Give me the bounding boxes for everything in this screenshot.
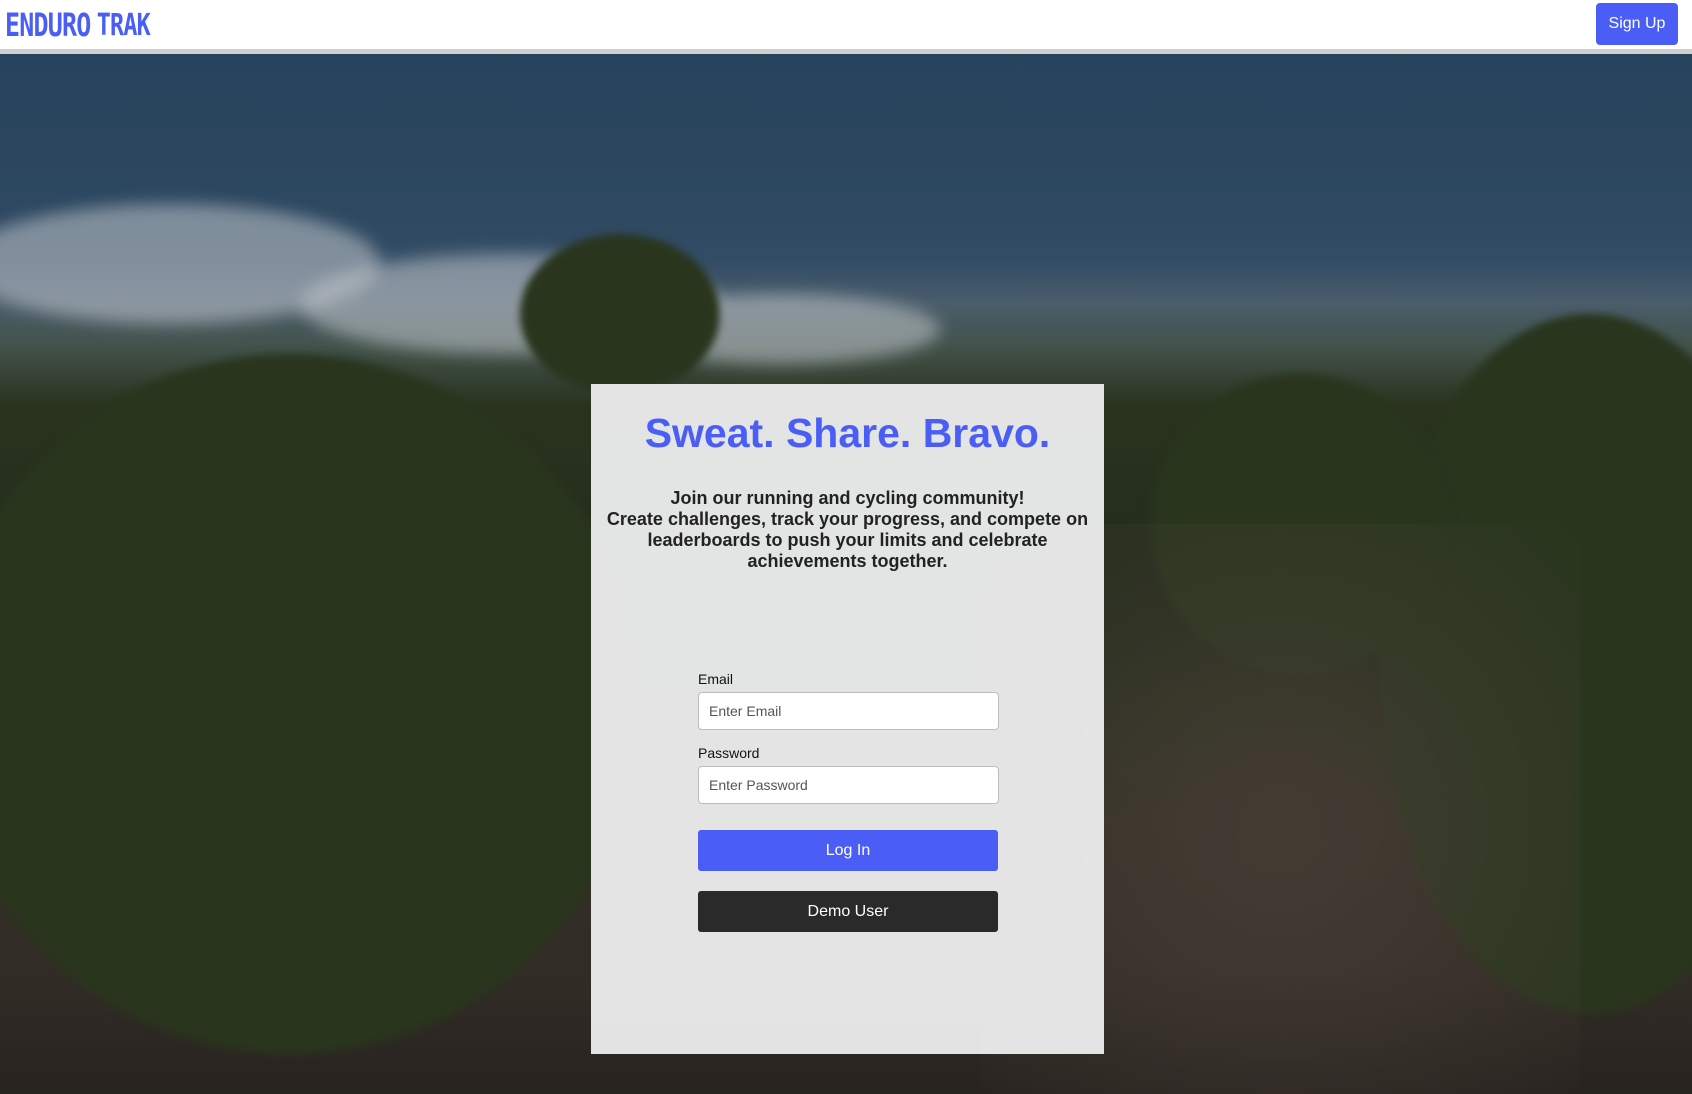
card-title: Sweat. Share. Bravo. bbox=[644, 410, 1051, 456]
top-navbar: ENDURO TRAK Sign Up bbox=[0, 0, 1692, 54]
demo-user-button[interactable]: Demo User bbox=[698, 891, 998, 932]
log-in-button[interactable]: Log In bbox=[698, 830, 998, 871]
enduro-trak-logo[interactable]: ENDURO TRAK bbox=[5, 2, 151, 44]
logo-word-enduro: ENDURO bbox=[5, 6, 91, 44]
email-field[interactable] bbox=[698, 692, 999, 730]
login-card: Sweat. Share. Bravo. Join our running an… bbox=[591, 384, 1104, 1054]
tagline-description: Create challenges, track your progress, … bbox=[606, 509, 1089, 571]
login-form: Email Password Log In Demo User bbox=[698, 671, 999, 932]
password-label: Password bbox=[698, 745, 760, 761]
sign-up-button[interactable]: Sign Up bbox=[1596, 3, 1678, 45]
password-field[interactable] bbox=[698, 766, 999, 804]
logo-word-trak: TRAK bbox=[96, 8, 151, 43]
tagline-intro: Join our running and cycling community! bbox=[670, 488, 1025, 508]
card-tagline: Join our running and cycling community! … bbox=[605, 488, 1090, 572]
email-label: Email bbox=[698, 671, 734, 687]
